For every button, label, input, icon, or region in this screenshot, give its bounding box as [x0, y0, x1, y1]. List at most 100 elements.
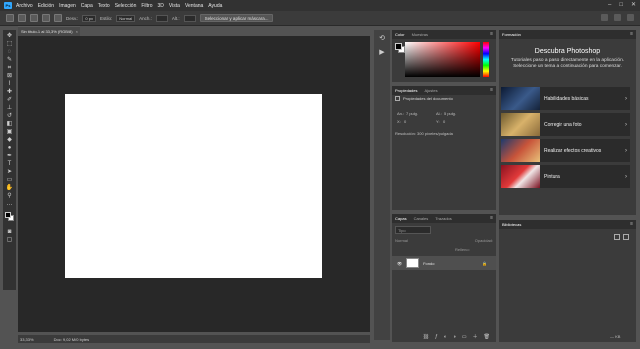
panel-menu-icon[interactable]: ≡: [490, 215, 493, 221]
menu-edicion[interactable]: Edición: [38, 3, 54, 9]
layer-row[interactable]: 👁 Fondo 🔒: [392, 256, 496, 270]
eyedropper-tool-icon[interactable]: ⌇: [5, 81, 14, 88]
minimize-icon[interactable]: –: [608, 2, 611, 8]
menu-capa[interactable]: Capa: [81, 3, 93, 9]
feather-input[interactable]: 0 px: [82, 14, 96, 22]
menu-vista[interactable]: Vista: [169, 3, 180, 9]
add-selection-icon[interactable]: [30, 14, 38, 22]
panel-menu-icon[interactable]: ≡: [630, 221, 633, 227]
close-tab-icon[interactable]: ×: [76, 29, 78, 34]
layer-filter-select[interactable]: Tipo: [395, 226, 431, 234]
canvas[interactable]: [65, 94, 322, 278]
menu-ayuda[interactable]: Ayuda: [208, 3, 222, 9]
width-value[interactable]: 7 pulg.: [406, 111, 418, 116]
zoom-level[interactable]: 33,33%: [20, 337, 34, 342]
menu-seleccion[interactable]: Selección: [115, 3, 137, 9]
new-layer-icon[interactable]: ＋: [473, 333, 478, 340]
history-brush-icon[interactable]: ↺: [5, 113, 14, 120]
menu-texto[interactable]: Texto: [98, 3, 110, 9]
learn-card-basic-skills[interactable]: Habilidades básicas ›: [501, 87, 630, 110]
blend-mode-select[interactable]: Normal: [395, 238, 408, 245]
zoom-tool-icon[interactable]: ⚲: [5, 193, 14, 200]
more-tools-icon[interactable]: …: [5, 201, 14, 208]
stamp-tool-icon[interactable]: ⊥: [5, 105, 14, 112]
close-icon[interactable]: ✕: [631, 2, 636, 8]
actions-icon[interactable]: ▶: [379, 48, 384, 56]
panel-menu-icon[interactable]: ≡: [490, 31, 493, 37]
search-icon[interactable]: [601, 14, 608, 21]
document-tab[interactable]: Sin título-1 al 33,3% (RGB/8) ×: [18, 26, 80, 36]
fx-icon[interactable]: ƒ: [435, 334, 438, 340]
new-selection-icon[interactable]: [18, 14, 26, 22]
quick-mask-icon[interactable]: ◙: [5, 229, 14, 236]
visibility-eye-icon[interactable]: 👁: [397, 261, 402, 266]
eraser-tool-icon[interactable]: ◧: [5, 121, 14, 128]
menu-3d[interactable]: 3D: [158, 3, 164, 9]
list-view-icon[interactable]: [623, 234, 629, 240]
width-input[interactable]: [155, 14, 168, 22]
panel-menu-icon[interactable]: ≡: [630, 31, 633, 37]
history-icon[interactable]: ⟲: [379, 34, 385, 42]
maximize-icon[interactable]: □: [619, 2, 623, 8]
learn-card-creative-effects[interactable]: Realizar efectos creativos ›: [501, 139, 630, 162]
color-swatches[interactable]: [4, 212, 15, 222]
learn-card-painting[interactable]: Pintura ›: [501, 165, 630, 188]
dodge-tool-icon[interactable]: ●: [5, 145, 14, 152]
workspace-icon[interactable]: [614, 14, 621, 21]
tab-learn[interactable]: Formación: [502, 32, 521, 37]
menu-filtro[interactable]: Filtro: [141, 3, 152, 9]
tab-libraries[interactable]: Bibliotecas: [502, 222, 521, 227]
panel-foreground-color[interactable]: [395, 43, 402, 50]
menu-archivo[interactable]: Archivo: [16, 3, 33, 9]
panel-menu-icon[interactable]: ≡: [490, 87, 493, 93]
menu-imagen[interactable]: Imagen: [59, 3, 76, 9]
share-icon[interactable]: [627, 14, 634, 21]
layer-name[interactable]: Fondo: [423, 261, 434, 266]
learn-card-fix-photo[interactable]: Corregir una foto ›: [501, 113, 630, 136]
subtract-selection-icon[interactable]: [42, 14, 50, 22]
trash-icon[interactable]: 🗑: [484, 334, 490, 340]
frame-tool-icon[interactable]: ⊠: [5, 73, 14, 80]
marquee-tool-preset-icon[interactable]: [6, 14, 14, 22]
screen-mode-icon[interactable]: ▢: [5, 237, 14, 244]
tab-channels[interactable]: Canales: [414, 216, 429, 221]
hue-slider[interactable]: [483, 42, 489, 77]
path-select-tool-icon[interactable]: ➤: [5, 169, 14, 176]
type-tool-icon[interactable]: T: [5, 161, 14, 168]
lasso-tool-icon[interactable]: ◌: [5, 49, 14, 56]
y-value[interactable]: 0: [443, 119, 445, 124]
x-value[interactable]: 0: [404, 119, 406, 124]
foreground-color[interactable]: [4, 212, 11, 218]
intersect-selection-icon[interactable]: [54, 14, 62, 22]
height-input[interactable]: [183, 14, 196, 22]
tab-swatches[interactable]: Muestras: [412, 32, 428, 37]
blur-tool-icon[interactable]: ◆: [5, 137, 14, 144]
shape-tool-icon[interactable]: ▭: [5, 177, 14, 184]
healing-tool-icon[interactable]: ✚: [5, 89, 14, 96]
tab-color[interactable]: Color: [395, 32, 405, 37]
doc-info[interactable]: Doc: 9,02 M/0 bytes: [54, 337, 90, 342]
lock-icon[interactable]: 🔒: [482, 261, 487, 266]
hand-tool-icon[interactable]: ✋: [5, 185, 14, 192]
tab-paths[interactable]: Trazados: [435, 216, 452, 221]
menu-ventana[interactable]: Ventana: [185, 3, 203, 9]
opacity-label[interactable]: Opacidad:: [475, 238, 493, 245]
tab-adjustments[interactable]: Ajustes: [424, 88, 437, 93]
group-icon[interactable]: ▭: [462, 334, 467, 340]
pen-tool-icon[interactable]: ✒: [5, 153, 14, 160]
fill-label[interactable]: Relleno:: [455, 247, 470, 252]
marquee-tool-icon[interactable]: ⬚: [5, 41, 14, 48]
mask-icon[interactable]: ◐: [444, 334, 447, 340]
move-tool-icon[interactable]: ✥: [5, 33, 14, 40]
grid-view-icon[interactable]: [614, 234, 620, 240]
tab-layers[interactable]: Capas: [395, 216, 407, 221]
link-layers-icon[interactable]: ⛓: [423, 334, 429, 340]
gradient-tool-icon[interactable]: ▣: [5, 129, 14, 136]
crop-tool-icon[interactable]: ⌗: [5, 65, 14, 72]
brush-tool-icon[interactable]: ✐: [5, 97, 14, 104]
select-mask-button[interactable]: Seleccionar y aplicar máscara...: [199, 14, 274, 22]
tab-properties[interactable]: Propiedades: [395, 88, 417, 93]
height-value[interactable]: 5 pulg.: [444, 111, 456, 116]
adjustment-icon[interactable]: ◑: [453, 334, 456, 340]
color-picker-field[interactable]: [405, 42, 480, 77]
